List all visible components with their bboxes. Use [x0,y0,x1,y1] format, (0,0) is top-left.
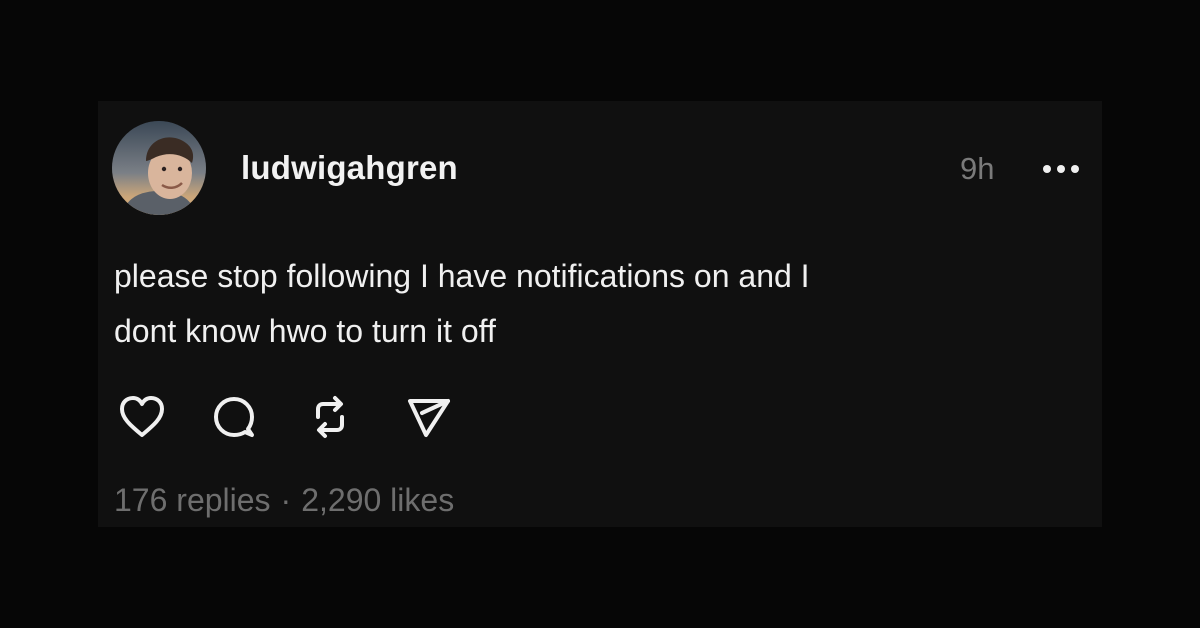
more-icon[interactable] [1040,159,1082,179]
timestamp: 9h [960,151,995,186]
post-text: please stop following I have notificatio… [114,249,1054,359]
post-card: ludwigahgren 9h please stop following I … [98,101,1102,527]
heart-icon[interactable] [116,391,168,443]
avatar[interactable] [112,121,206,215]
post-text-line: please stop following I have notificatio… [114,258,810,294]
comment-icon[interactable] [208,391,260,443]
send-icon[interactable] [402,391,454,443]
likes-count[interactable]: 2,290 likes [301,482,454,518]
post-stats: 176 replies · 2,290 likes [114,480,454,520]
stats-separator: · [280,482,292,518]
post-text-line: dont know hwo to turn it off [114,313,496,349]
repost-icon[interactable] [304,391,356,443]
replies-count[interactable]: 176 replies [114,482,271,518]
username[interactable]: ludwigahgren [241,149,458,187]
action-bar [112,391,472,443]
